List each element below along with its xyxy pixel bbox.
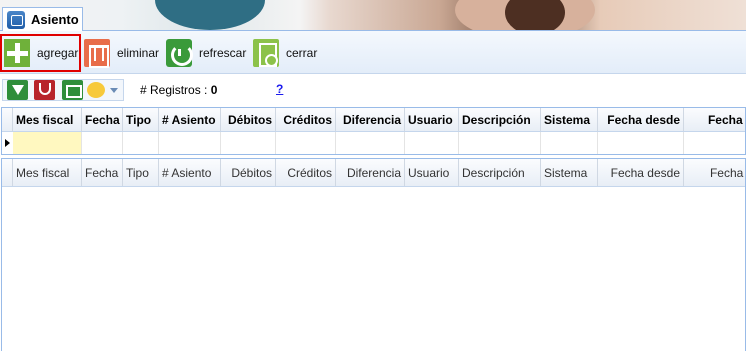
edit-grid-header: Mes fiscal Fecha Tipo # Asiento Débitos … [2, 108, 745, 132]
delete-label: eliminar [117, 46, 160, 60]
add-label: agregar [37, 46, 79, 60]
edit-cell[interactable] [405, 132, 459, 154]
col-fecha[interactable]: Fecha [82, 159, 123, 186]
edit-cell[interactable] [598, 132, 684, 154]
col-mes-fiscal[interactable]: Mes fiscal [13, 159, 82, 186]
edit-cell-mes-fiscal[interactable] [13, 132, 82, 154]
col-sistema[interactable]: Sistema [541, 108, 598, 131]
col-asiento[interactable]: # Asiento [159, 108, 221, 131]
edit-row[interactable] [2, 132, 745, 154]
export-icon[interactable] [62, 80, 83, 100]
col-fecha-hasta[interactable]: Fecha ha [684, 108, 745, 131]
edit-cell[interactable] [541, 132, 598, 154]
close-document-icon [253, 39, 279, 67]
grid-toolbar: # Registros : 0 ? [0, 77, 746, 103]
col-descripcion[interactable]: Descripción [459, 159, 541, 186]
help-link[interactable]: ? [276, 82, 283, 96]
close-label: cerrar [286, 46, 318, 60]
light-icon[interactable] [87, 82, 105, 98]
refresh-label: refrescar [199, 46, 247, 60]
col-diferencia[interactable]: Diferencia [336, 108, 405, 131]
results-grid-header: Mes fiscal Fecha Tipo # Asiento Débitos … [2, 159, 745, 187]
edit-cell[interactable] [276, 132, 336, 154]
col-diferencia[interactable]: Diferencia [336, 159, 405, 186]
tab-title: Asiento [31, 12, 79, 27]
delete-button[interactable]: eliminar [84, 37, 159, 69]
refresh-button[interactable]: refrescar [166, 37, 246, 69]
col-debitos[interactable]: Débitos [221, 159, 276, 186]
col-debitos[interactable]: Débitos [221, 108, 276, 131]
col-tipo[interactable]: Tipo [123, 159, 159, 186]
plus-icon [4, 39, 30, 67]
main-toolbar: agregar eliminar refrescar cerrar [0, 30, 746, 74]
col-usuario[interactable]: Usuario [405, 159, 459, 186]
edit-cell[interactable] [336, 132, 405, 154]
close-button[interactable]: cerrar [253, 37, 317, 69]
tab-asiento[interactable]: Asiento [2, 7, 83, 31]
edit-cell[interactable] [82, 132, 123, 154]
edit-cell[interactable] [159, 132, 221, 154]
col-sistema[interactable]: Sistema [541, 159, 598, 186]
records-count: 0 [210, 83, 218, 97]
col-fecha-desde[interactable]: Fecha desde [598, 159, 684, 186]
refresh-icon [166, 39, 193, 67]
row-pointer-icon [2, 132, 13, 154]
col-descripcion[interactable]: Descripción [459, 108, 541, 131]
col-creditos[interactable]: Créditos [276, 108, 336, 131]
col-fecha-hasta[interactable]: Fecha ha [684, 159, 745, 186]
edit-grid: Mes fiscal Fecha Tipo # Asiento Débitos … [1, 107, 746, 155]
edit-cell[interactable] [684, 132, 745, 154]
edit-cell[interactable] [123, 132, 159, 154]
chevron-down-icon[interactable] [110, 88, 118, 93]
results-grid: Mes fiscal Fecha Tipo # Asiento Débitos … [1, 158, 746, 351]
col-usuario[interactable]: Usuario [405, 108, 459, 131]
col-mes-fiscal[interactable]: Mes fiscal [13, 108, 82, 131]
magnet-icon[interactable] [34, 80, 55, 100]
col-fecha-desde[interactable]: Fecha desde [598, 108, 684, 131]
download-icon[interactable] [7, 80, 28, 100]
trash-icon [84, 39, 110, 68]
col-creditos[interactable]: Créditos [276, 159, 336, 186]
background-banner [0, 0, 746, 30]
col-fecha[interactable]: Fecha [82, 108, 123, 131]
edit-cell[interactable] [459, 132, 541, 154]
records-label: # Registros : [140, 83, 208, 97]
edit-cell[interactable] [221, 132, 276, 154]
records-counter: # Registros : 0 [140, 83, 217, 97]
add-button[interactable]: agregar [4, 37, 78, 69]
col-tipo[interactable]: Tipo [123, 108, 159, 131]
window-icon [7, 10, 25, 29]
col-asiento[interactable]: # Asiento [159, 159, 221, 186]
